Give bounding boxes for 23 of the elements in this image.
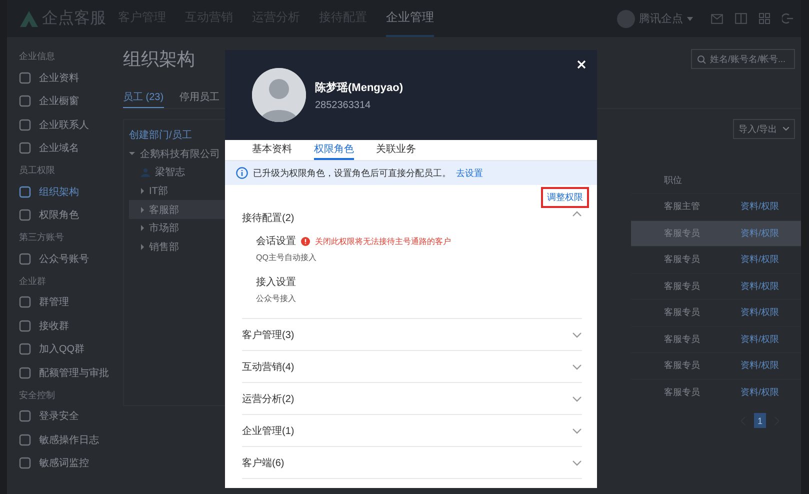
column-header: 职位 bbox=[664, 174, 682, 186]
table-cell: 客服主管 bbox=[664, 200, 700, 214]
user-account: 2852363314 bbox=[315, 100, 372, 110]
table-cell: 客服专员 bbox=[664, 332, 700, 346]
permission-name: 接入设置 bbox=[256, 276, 296, 289]
user-name: 陈梦瑶(Mengyao) bbox=[315, 80, 403, 94]
sidebar-section-title: 安全控制 bbox=[19, 388, 56, 402]
sidebar-section-title: 第三方账号 bbox=[19, 231, 65, 244]
permission-name: 会话设置 bbox=[256, 234, 296, 248]
permission-value: QQ主号自动接入 bbox=[256, 252, 318, 263]
warning-text: 关闭此权限将无法接待主号通路的客户 bbox=[315, 236, 451, 246]
notice-text: 已升级为权限角色，设置角色后可直接分配员工。 bbox=[253, 166, 451, 180]
table-cell: 客服专员 bbox=[664, 306, 700, 320]
page-title: 组织架构 bbox=[123, 48, 195, 71]
permission-value: 公众号接入 bbox=[256, 293, 297, 304]
table-cell: 客服专员 bbox=[664, 280, 700, 293]
sidebar-section-title: 企业群 bbox=[19, 274, 47, 288]
table-cell: 客服专员 bbox=[664, 226, 700, 240]
table-cell: 客服专员 bbox=[664, 386, 700, 399]
table-cell: 客服专员 bbox=[664, 253, 700, 266]
sidebar-section-title: 员工权限 bbox=[19, 164, 56, 177]
table-cell: 客服专员 bbox=[664, 359, 700, 372]
sidebar-section-title: 企业信息 bbox=[19, 50, 56, 63]
